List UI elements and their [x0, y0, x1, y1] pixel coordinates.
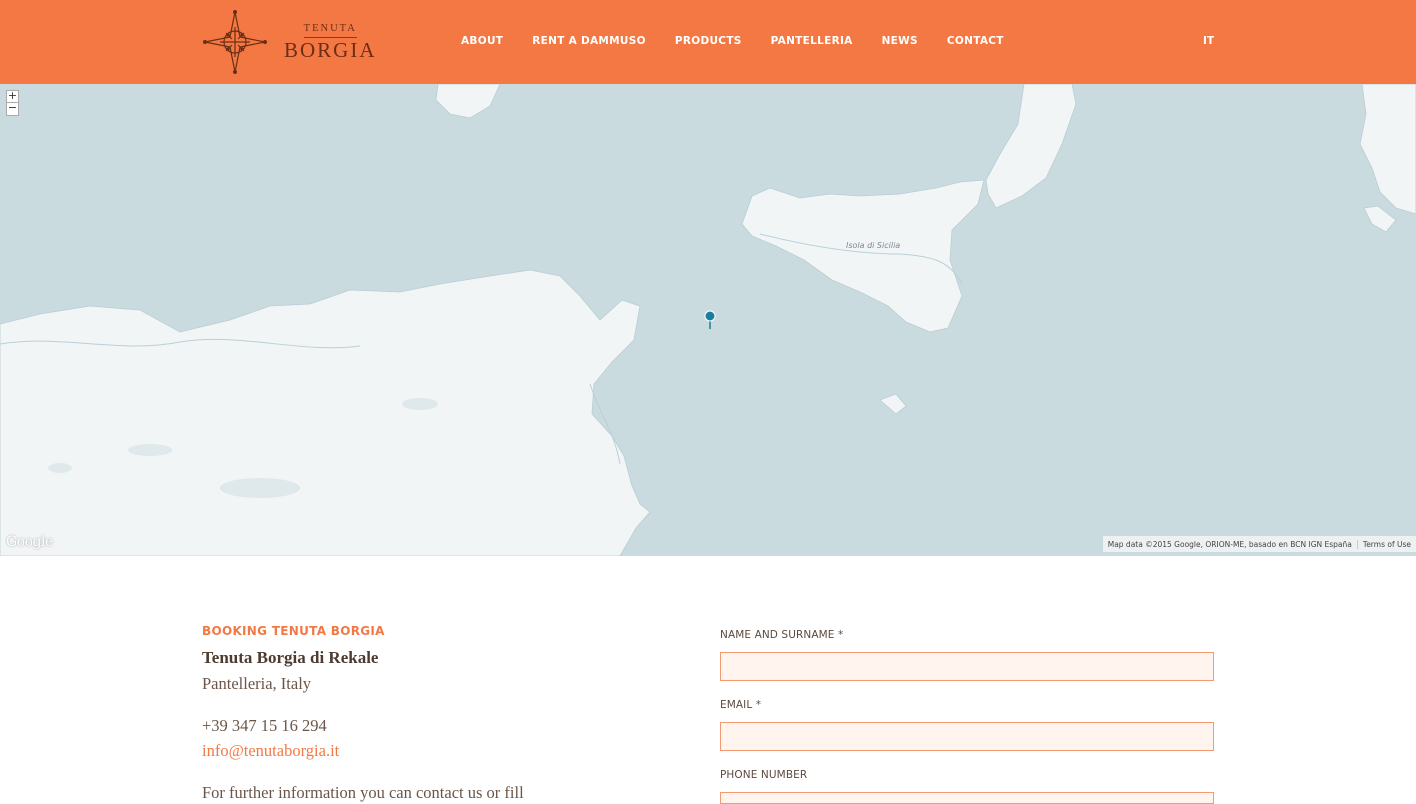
nav-item-news[interactable]: NEWS — [882, 35, 918, 47]
email-label: EMAIL * — [720, 699, 762, 711]
map-credits: Map data ©2015 Google, ORION-ME, basado … — [1102, 536, 1416, 552]
zoom-out-button[interactable]: − — [6, 102, 19, 116]
google-logo[interactable]: Google — [6, 534, 53, 550]
logo[interactable]: TENUTA BORGIA — [202, 9, 382, 75]
booking-heading: BOOKING TENUTA BORGIA — [202, 624, 385, 638]
map-place-label: Isola di Sicilia — [846, 241, 901, 250]
name-label: NAME AND SURNAME * — [720, 629, 844, 641]
map-zoom-controls: + − — [6, 90, 19, 116]
main-nav: ABOUT RENT A DAMMUSO PRODUCTS PANTELLERI… — [461, 35, 1033, 47]
map[interactable]: + − Isola di Sicilia Google Map data ©20… — [0, 84, 1416, 556]
nav-item-rent-a-dammuso[interactable]: RENT A DAMMUSO — [532, 35, 646, 47]
nav-item-products[interactable]: PRODUCTS — [675, 35, 742, 47]
phone-label: PHONE NUMBER — [720, 769, 808, 781]
info-text: For further information you can contact … — [202, 783, 524, 802]
nav-item-about[interactable]: ABOUT — [461, 35, 503, 47]
terms-of-use-link[interactable]: Terms of Use — [1356, 539, 1416, 549]
site-header: TENUTA BORGIA ABOUT RENT A DAMMUSO PRODU… — [0, 0, 1416, 84]
logo-bottom-text: BORGIA — [284, 37, 377, 62]
phone-number: +39 347 15 16 294 — [202, 716, 327, 735]
phone-input[interactable] — [720, 792, 1214, 804]
nav-item-contact[interactable]: CONTACT — [947, 35, 1004, 47]
email-link[interactable]: info@tenutaborgia.it — [202, 741, 339, 761]
name-input[interactable] — [720, 652, 1214, 681]
company-name: Tenuta Borgia di Rekale — [202, 648, 379, 667]
nav-item-pantelleria[interactable]: PANTELLERIA — [771, 35, 853, 47]
company-location: Pantelleria, Italy — [202, 674, 312, 693]
language-switch[interactable]: IT — [1203, 35, 1214, 47]
compass-rose-icon — [203, 10, 267, 74]
email-input[interactable] — [720, 722, 1214, 751]
map-attribution: Map data ©2015 Google, ORION-ME, basado … — [1107, 539, 1352, 549]
logo-text: TENUTA BORGIA — [284, 23, 377, 62]
logo-top-text: TENUTA — [303, 23, 357, 38]
map-pin-icon[interactable] — [704, 310, 716, 330]
